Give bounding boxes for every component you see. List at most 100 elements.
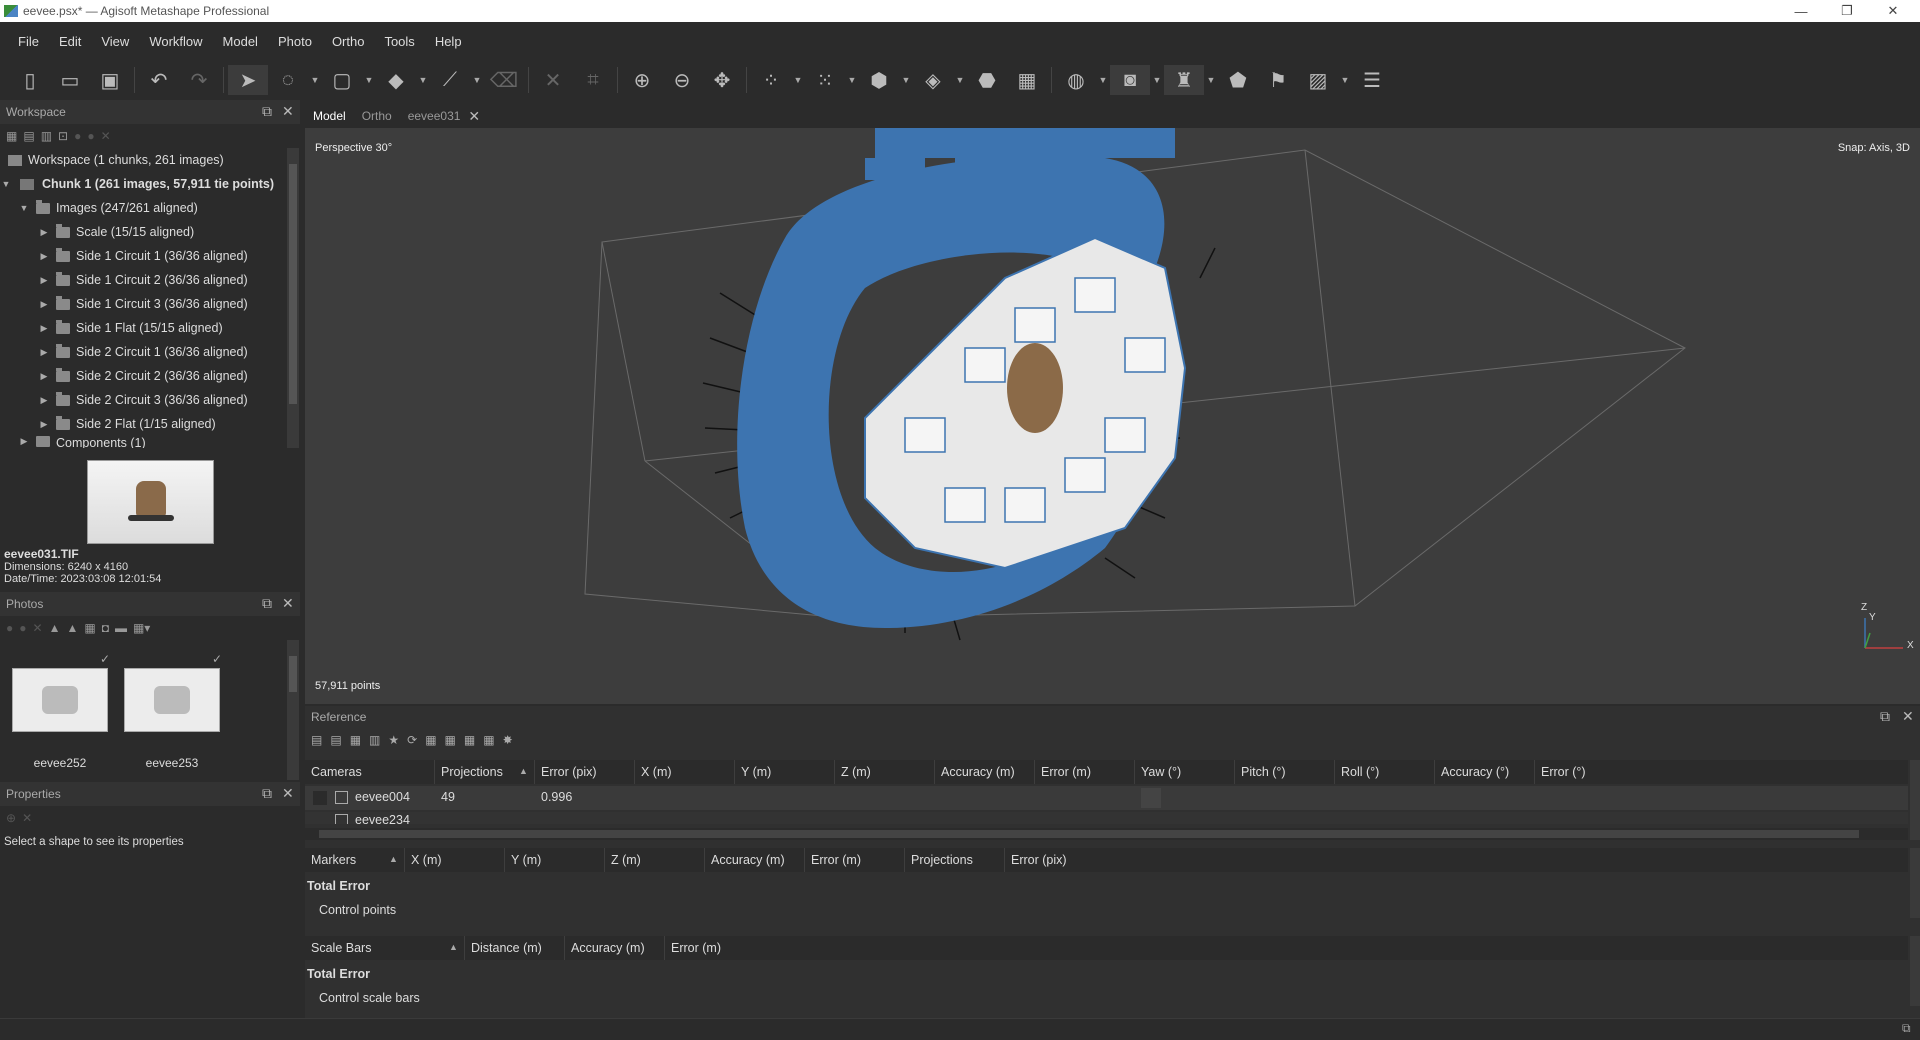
menu-file[interactable]: File [8,34,49,49]
col-accuracy-deg[interactable]: Accuracy (°) [1435,760,1535,784]
restore-button[interactable]: ❐ [1824,0,1870,22]
col-accuracy-m[interactable]: Accuracy (m) [565,936,665,960]
dropdown-arrow-icon[interactable]: ▼ [791,65,805,95]
add-photos-icon[interactable]: ▤ [23,129,34,143]
model-viewport[interactable]: Perspective 30° Snap: Axis, 3D 57,911 po… [305,128,1920,704]
cameras-scrollbar[interactable] [1910,760,1920,840]
rectangle-selection-icon[interactable]: ▢ [322,65,362,95]
clear-reference-icon[interactable]: ▥ [369,733,380,747]
orthomosaic-icon[interactable]: ▦ [1007,65,1047,95]
table-row[interactable]: eevee004 49 0.996 [305,786,1908,810]
reference-settings-icon[interactable]: ✸ [503,733,513,747]
col-accuracy-m[interactable]: Accuracy (m) [935,760,1035,784]
dropdown-arrow-icon[interactable]: ▼ [308,65,322,95]
photo-thumb[interactable] [124,668,220,732]
close-panel-icon[interactable]: ✕ [282,595,294,612]
minimize-button[interactable]: — [1778,0,1824,22]
table-row[interactable]: eevee234 [305,812,1908,824]
resize-grip-icon[interactable]: ⧉ [1902,1021,1911,1036]
draw-polygon-icon[interactable]: ◆ [376,65,416,95]
menu-tools[interactable]: Tools [374,34,424,49]
mask-icon[interactable]: ◘ [102,621,109,635]
dropdown-arrow-icon[interactable]: ▼ [1150,65,1164,95]
model-shaded-icon[interactable]: ⬢ [859,65,899,95]
tree-components[interactable]: ▶ Components (1) [0,436,286,448]
eraser-icon[interactable]: ⌫ [484,65,524,95]
col-error-m[interactable]: Error (m) [665,936,765,960]
dem-icon[interactable]: ⬣ [967,65,1007,95]
menu-view[interactable]: View [91,34,139,49]
remove-property-icon[interactable]: ✕ [22,811,32,825]
new-file-icon[interactable]: ▯ [10,65,50,95]
float-panel-icon[interactable]: ⧉ [1880,708,1890,725]
tree-images[interactable]: ▼ Images (247/261 aligned) [0,196,286,220]
show-markers-icon[interactable]: ⚑ [1258,65,1298,95]
tree-group[interactable]: ▶ Scale (15/15 aligned) [0,220,286,244]
photos-scrollbar[interactable] [287,640,299,780]
menu-ortho[interactable]: Ortho [322,34,375,49]
tab-ortho[interactable]: Ortho [354,109,400,123]
expand-arrow-icon[interactable]: ▶ [38,323,50,334]
close-panel-icon[interactable]: ✕ [1902,708,1914,725]
dropdown-arrow-icon[interactable]: ▼ [362,65,376,95]
import-reference-icon[interactable]: ▤ [311,733,322,747]
expand-arrow-icon[interactable]: ▶ [38,419,50,430]
menu-model[interactable]: Model [213,34,268,49]
scrollbar-thumb[interactable] [319,830,1859,838]
expand-arrow-icon[interactable]: ▶ [38,251,50,262]
tree-group[interactable]: ▶ Side 2 Circuit 1 (36/36 aligned) [0,340,286,364]
tree-group[interactable]: ▶ Side 2 Flat (1/15 aligned) [0,412,286,436]
reset-view-icon[interactable]: ✥ [702,65,742,95]
menu-edit[interactable]: Edit [49,34,91,49]
dropdown-arrow-icon[interactable]: ▼ [953,65,967,95]
tiled-model-icon[interactable]: ◈ [913,65,953,95]
float-panel-icon[interactable]: ⧉ [262,595,272,612]
update-transform-icon[interactable]: ⟳ [407,733,417,747]
close-window-button[interactable]: ✕ [1870,0,1916,22]
add-chunk-icon[interactable]: ▦ [6,129,17,143]
col-cameras[interactable]: Cameras [305,760,435,784]
add-scalebar-icon[interactable]: ⊡ [58,129,68,143]
delete-selection-icon[interactable]: ✕ [533,65,573,95]
enable-icon[interactable]: ● [74,129,81,143]
disable-icon[interactable]: ● [87,129,94,143]
col-accuracy-m[interactable]: Accuracy (m) [705,848,805,872]
col-error-m[interactable]: Error (m) [1035,760,1135,784]
col-error-pix[interactable]: Error (pix) [535,760,635,784]
close-panel-icon[interactable]: ✕ [282,785,294,802]
view-variance-icon[interactable]: ▦ [483,733,494,747]
show-layers-icon[interactable]: ☰ [1352,65,1392,95]
scalebars-control-row[interactable]: Control scale bars [305,986,1908,1010]
photo-thumb[interactable] [12,668,108,732]
horizontal-scrollbar[interactable] [305,828,1908,840]
view-estimated-icon[interactable]: ▦ [445,733,456,747]
col-x[interactable]: X (m) [405,848,505,872]
dropdown-arrow-icon[interactable]: ▼ [416,65,430,95]
optimize-cameras-icon[interactable]: ★ [388,733,399,747]
convert-reference-icon[interactable]: ▦ [350,733,361,747]
show-region-icon[interactable]: ◍ [1056,65,1096,95]
rotate-left-icon[interactable]: ▲ [49,621,61,635]
expand-arrow-icon[interactable]: ▶ [38,371,50,382]
export-reference-icon[interactable]: ▤ [330,733,341,747]
navigation-pointer-icon[interactable]: ➤ [228,65,268,95]
show-images-icon[interactable]: ▨ [1298,65,1338,95]
menu-help[interactable]: Help [425,34,472,49]
remove-icon[interactable]: ✕ [101,129,111,143]
float-panel-icon[interactable]: ⧉ [262,103,272,120]
show-trackpoints-icon[interactable]: ♜ [1164,65,1204,95]
zoom-in-icon[interactable]: ⊕ [622,65,662,95]
tie-points-icon[interactable]: ⁘ [751,65,791,95]
scalebars-scrollbar[interactable] [1910,936,1920,1006]
point-cloud-icon[interactable]: ⁙ [805,65,845,95]
col-pitch[interactable]: Pitch (°) [1235,760,1335,784]
open-folder-icon[interactable]: ▭ [50,65,90,95]
col-y[interactable]: Y (m) [505,848,605,872]
crop-icon[interactable]: ⌗ [573,65,613,95]
float-panel-icon[interactable]: ⧉ [262,785,272,802]
col-error-deg[interactable]: Error (°) [1535,760,1635,784]
tree-group[interactable]: ▶ Side 1 Circuit 2 (36/36 aligned) [0,268,286,292]
filter-icon[interactable]: ▦ [84,621,95,635]
close-panel-icon[interactable]: ✕ [282,103,294,120]
col-z[interactable]: Z (m) [835,760,935,784]
